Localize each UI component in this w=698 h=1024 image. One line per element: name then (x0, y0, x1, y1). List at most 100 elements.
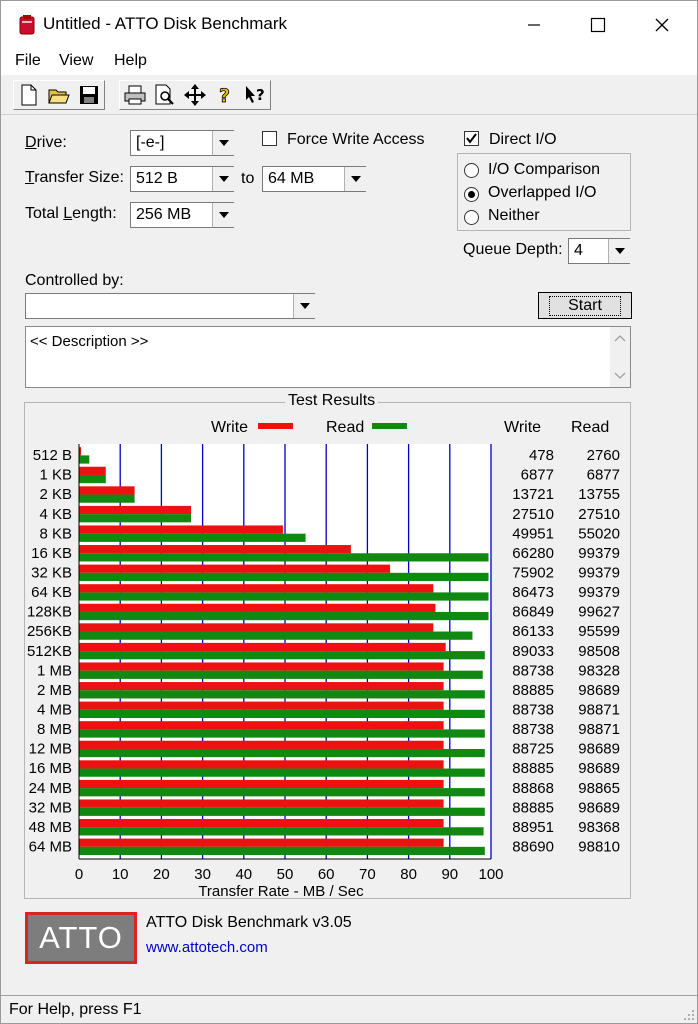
write-value: 88738 (512, 721, 554, 738)
read-bar (79, 592, 489, 601)
category-label: 1 MB (37, 662, 72, 679)
resize-grip-icon[interactable] (681, 1007, 695, 1021)
read-bar (79, 788, 485, 797)
x-tick-label: 90 (441, 866, 458, 883)
write-value: 66280 (512, 545, 554, 562)
read-value: 99379 (578, 565, 620, 582)
read-value: 98689 (578, 741, 620, 758)
write-value: 88885 (512, 799, 554, 816)
write-bar (79, 701, 444, 710)
website-link[interactable]: www.attotech.com (146, 939, 268, 956)
read-value: 98689 (578, 682, 620, 699)
write-bar (79, 721, 444, 730)
read-bar (79, 748, 485, 758)
write-value: 88725 (512, 741, 554, 758)
read-value: 99379 (578, 584, 620, 601)
read-bar (79, 455, 90, 464)
category-label: 24 MB (29, 780, 72, 797)
read-value: 98810 (578, 839, 620, 856)
category-label: 1 KB (39, 467, 72, 484)
read-bar (79, 474, 106, 484)
read-value: 6877 (587, 467, 620, 484)
write-value: 49951 (512, 525, 554, 542)
write-bar (79, 564, 391, 573)
read-bar (79, 533, 306, 542)
app-version: ATTO Disk Benchmark v3.05 (146, 914, 352, 931)
write-value: 6877 (521, 467, 554, 484)
category-label: 64 KB (31, 584, 72, 601)
read-value: 98508 (578, 643, 620, 660)
read-bar (79, 709, 485, 719)
x-tick-label: 10 (112, 866, 129, 883)
category-label: 8 MB (37, 721, 72, 738)
write-bar (79, 799, 444, 808)
read-value: 13755 (578, 486, 620, 503)
x-tick-label: 30 (194, 866, 211, 883)
x-tick-label: 70 (359, 866, 376, 883)
legend-write-label: Write (211, 419, 248, 436)
read-value: 27510 (578, 506, 620, 523)
x-tick-label: 100 (478, 866, 503, 883)
read-bar (79, 631, 473, 640)
read-bar (79, 494, 135, 503)
read-bar (79, 729, 485, 738)
write-bar (79, 603, 436, 612)
write-value: 88738 (512, 702, 554, 719)
read-bar (79, 690, 485, 699)
write-value: 13721 (512, 486, 554, 503)
read-value: 98871 (578, 702, 620, 719)
write-bar (79, 740, 444, 749)
write-value: 88738 (512, 662, 554, 679)
read-bar (79, 572, 489, 582)
read-bar (79, 807, 485, 816)
results-chart: 512 B 478 2760 1 KB 6877 6877 2 KB 13721 13755 4 … (27, 419, 620, 900)
read-bar (79, 611, 489, 621)
read-value: 98368 (578, 819, 620, 836)
read-bar (79, 827, 484, 836)
category-label: 32 KB (31, 565, 72, 582)
category-label: 12 MB (29, 741, 72, 758)
status-bar: For Help, press F1 (1, 995, 697, 1023)
atto-logo: ATTO (25, 912, 137, 964)
write-bar (79, 486, 135, 495)
app-window: Untitled - ATTO Disk Benchmark File View… (0, 0, 698, 1024)
write-bar (79, 466, 106, 475)
write-bar (79, 545, 351, 554)
category-label: 4 MB (37, 702, 72, 719)
write-value: 88690 (512, 839, 554, 856)
write-bar (79, 682, 444, 691)
read-value: 95599 (578, 623, 620, 640)
read-value: 2760 (587, 447, 620, 464)
write-value: 478 (529, 447, 554, 464)
atto-logo-text: ATTO (28, 915, 134, 961)
read-bar (79, 651, 485, 660)
category-label: 48 MB (29, 819, 72, 836)
read-value: 99379 (578, 545, 620, 562)
write-bar (79, 819, 444, 828)
read-value: 98871 (578, 721, 620, 738)
category-label: 32 MB (29, 799, 72, 816)
write-value: 86133 (512, 623, 554, 640)
write-bar (79, 838, 444, 847)
category-label: 2 KB (39, 486, 72, 503)
write-bar (79, 505, 192, 515)
x-axis-label: Transfer Rate - MB / Sec (198, 883, 364, 900)
write-value: 88951 (512, 819, 554, 836)
x-tick-label: 0 (75, 866, 83, 883)
category-label: 4 KB (39, 506, 72, 523)
write-value: 88868 (512, 780, 554, 797)
write-column-header: Write (504, 419, 541, 436)
read-bar (79, 514, 192, 523)
write-value: 86473 (512, 584, 554, 601)
read-value: 98865 (578, 780, 620, 797)
category-label: 16 MB (29, 760, 72, 777)
legend-read-label: Read (326, 419, 364, 436)
legend-write-swatch (258, 423, 293, 429)
read-column-header: Read (571, 419, 609, 436)
read-value: 55020 (578, 525, 620, 542)
read-bar (79, 768, 485, 777)
read-bar (79, 846, 485, 856)
category-label: 2 MB (37, 682, 72, 699)
category-label: 128KB (27, 604, 72, 621)
x-tick-label: 60 (318, 866, 335, 883)
